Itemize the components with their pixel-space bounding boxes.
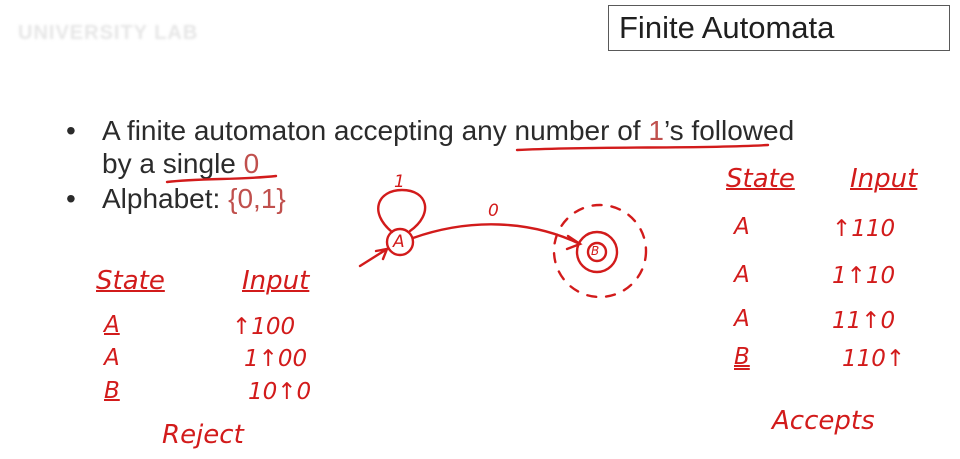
- left-row-2-state: A: [104, 345, 120, 371]
- ink-annotations: [165, 143, 770, 299]
- right-row-2-input: 1↑10: [832, 263, 896, 289]
- state-a-label: A: [393, 232, 405, 252]
- underline-any-number: [515, 143, 770, 152]
- right-row-1-input: ↑110: [832, 216, 896, 242]
- left-row-3-input: 10↑0: [248, 379, 312, 405]
- transition-arrow: [411, 223, 583, 251]
- transition-label: 0: [488, 201, 499, 221]
- state-b-label: B: [591, 244, 600, 258]
- right-row-4-input: 110↑: [842, 346, 906, 372]
- right-row-3-input: 11↑0: [832, 308, 896, 334]
- left-trace-result: Reject: [162, 420, 244, 450]
- right-input-header: Input: [850, 164, 918, 194]
- right-row-1-state: A: [734, 214, 750, 240]
- left-row-1-input: ↑100: [232, 314, 296, 340]
- underline-single: [165, 174, 278, 184]
- start-arrow: [358, 247, 389, 268]
- right-row-4-state: B: [734, 344, 750, 370]
- right-row-3-state: A: [734, 306, 750, 332]
- left-row-3-state: B: [104, 378, 120, 404]
- slide: UNIVERSITY LAB Finite Automata • A finit…: [0, 0, 960, 459]
- right-trace-result: Accepts: [772, 406, 875, 436]
- left-row-1-state: A: [104, 312, 120, 338]
- left-state-header: State: [96, 266, 165, 296]
- self-loop-arc: [377, 188, 427, 234]
- right-state-header: State: [726, 164, 795, 194]
- state-b-dashed-circle: [552, 203, 648, 299]
- left-input-header: Input: [242, 266, 310, 296]
- self-loop-label: 1: [394, 172, 405, 192]
- left-row-2-input: 1↑00: [244, 346, 308, 372]
- right-row-2-state: A: [734, 262, 750, 288]
